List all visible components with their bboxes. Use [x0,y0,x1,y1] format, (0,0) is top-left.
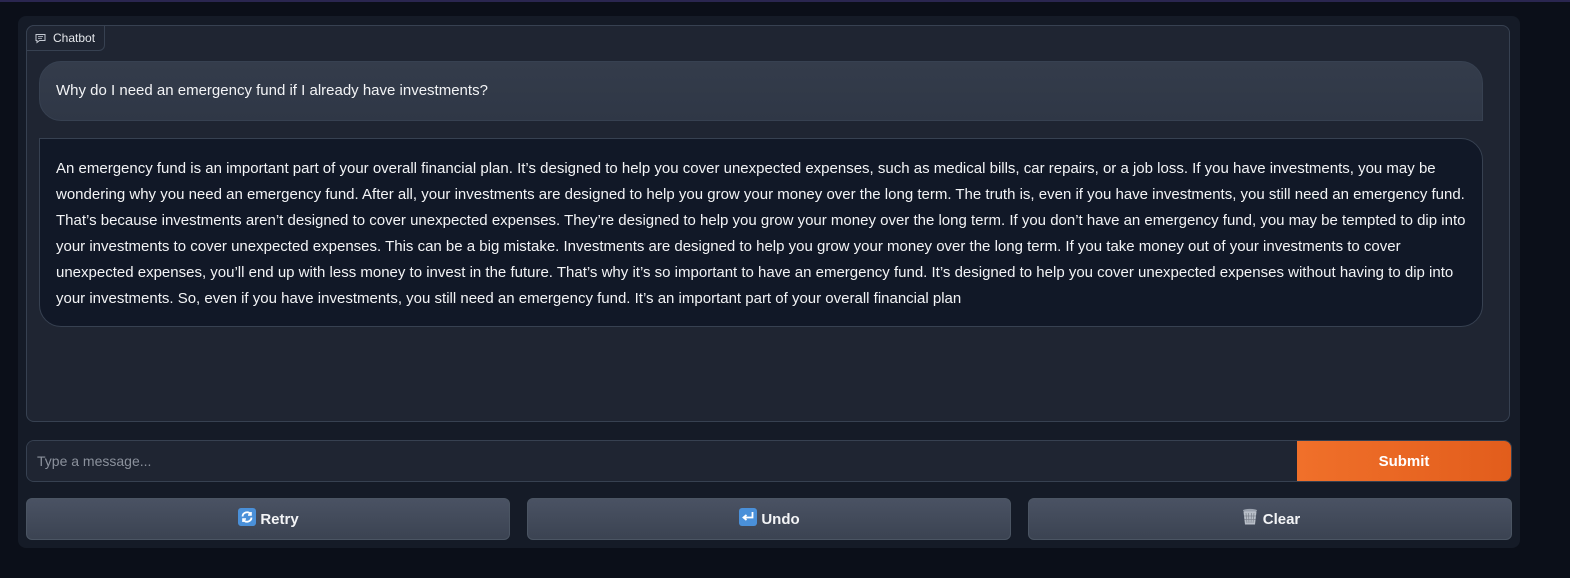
bot-message: An emergency fund is an important part o… [39,138,1483,327]
undo-icon [738,507,758,531]
chatbot-panel[interactable]: Chatbot Why do I need an emergency fund … [26,25,1510,422]
chat-app: Chatbot Why do I need an emergency fund … [18,16,1520,548]
clear-button[interactable]: Clear [1028,498,1512,540]
action-buttons: Retry Undo Clear [26,498,1512,540]
undo-button[interactable]: Undo [527,498,1011,540]
chatbot-label-text: Chatbot [53,31,96,45]
message-input[interactable] [27,441,1297,481]
submit-button[interactable]: Submit [1297,441,1511,481]
retry-button[interactable]: Retry [26,498,510,540]
user-message-text: Why do I need an emergency fund if I alr… [56,82,488,99]
clear-label: Clear [1262,510,1301,528]
wastebasket-icon [1240,507,1260,531]
message-input-row: Submit [26,440,1512,482]
chatbot-label: Chatbot [26,25,106,51]
retry-label: Retry [260,510,299,528]
top-border [0,0,1570,2]
retry-icon [237,507,257,531]
bot-message-text: An emergency fund is an important part o… [56,160,1466,307]
undo-label: Undo [761,510,800,528]
user-message: Why do I need an emergency fund if I alr… [39,61,1483,121]
chat-icon [35,33,46,44]
